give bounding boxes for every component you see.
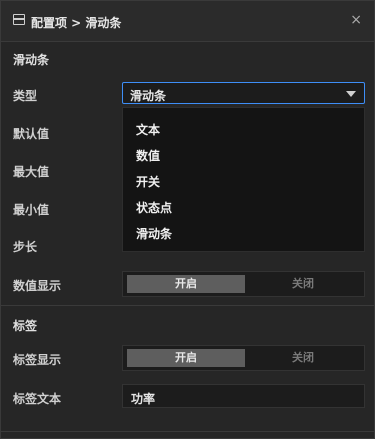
title-bar: 配置项 > 滑动条 × [1,1,374,42]
label-display-toggle[interactable]: 开启 关闭 [122,345,365,371]
max-value-label: 最大值 [13,165,50,179]
bottom-divider [1,431,374,432]
label-text-value: 功率 [131,392,156,406]
panel-title: 配置项 > 滑动条 [31,16,122,30]
chevron-down-icon[interactable] [346,91,356,97]
type-select-value: 滑动条 [130,89,167,103]
default-value-label: 默认值 [13,127,50,141]
label-text-label: 标签文本 [13,392,62,406]
config-panel: 配置项 > 滑动条 × 滑动条 类型 滑动条 默认值 最大值 最小值 步长 文本… [0,0,375,439]
step-label: 步长 [13,240,38,254]
label-text-input[interactable]: 功率 [122,384,365,408]
section-title-label: 标签 [13,319,38,333]
close-icon[interactable]: × [350,12,362,28]
label-display-label: 标签显示 [13,353,62,367]
label-display-off-button[interactable]: 关闭 [245,349,361,367]
dropdown-option-number[interactable]: 数值 [136,147,160,164]
type-label: 类型 [13,89,38,103]
type-select[interactable]: 滑动条 [122,82,365,104]
dropdown-option-slider[interactable]: 滑动条 [136,225,172,242]
panel-icon [13,14,25,25]
min-value-label: 最小值 [13,203,50,217]
label-display-on-button[interactable]: 开启 [127,349,245,367]
value-display-off-button[interactable]: 关闭 [245,275,361,293]
value-display-toggle[interactable]: 开启 关闭 [122,271,365,297]
type-dropdown-menu: 文本 数值 开关 状态点 滑动条 [122,107,365,252]
dropdown-option-switch[interactable]: 开关 [136,173,160,190]
dropdown-option-status-dot[interactable]: 状态点 [136,199,172,216]
section-title-slider: 滑动条 [13,53,50,67]
section-divider [1,305,374,306]
value-display-label: 数值显示 [13,279,62,293]
value-display-on-button[interactable]: 开启 [127,275,245,293]
dropdown-option-text[interactable]: 文本 [136,121,160,138]
